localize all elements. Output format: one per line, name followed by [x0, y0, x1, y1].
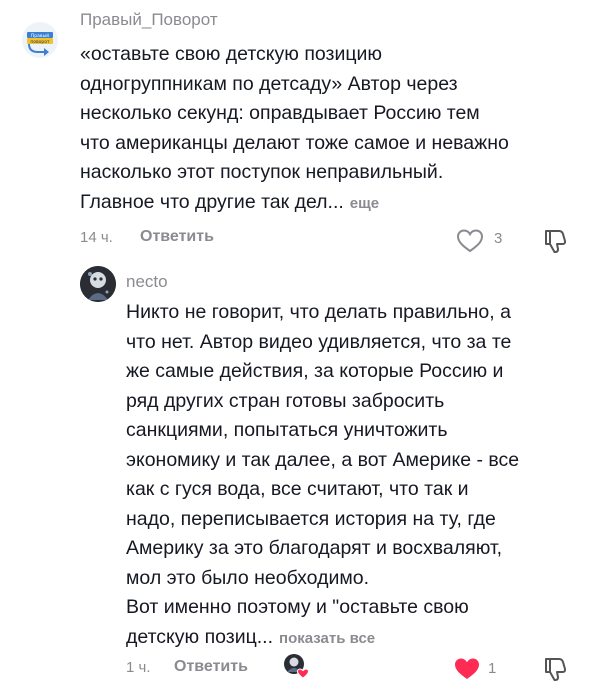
reply-button[interactable]: Ответить: [174, 658, 248, 676]
thumb-down-icon[interactable]: [540, 655, 568, 683]
comment-line: санкциями, попытаться уничтожить: [126, 419, 448, 441]
comment-text: «оставьте свою детскую позицию одногрупп…: [80, 40, 580, 218]
heart-outline-icon[interactable]: [455, 228, 485, 254]
pravy-povorot-logo-icon: Правый поворот: [22, 22, 58, 58]
comment-time: 14 ч.: [80, 229, 113, 246]
necto-avatar-icon: [80, 266, 116, 302]
logo-text-1: Правый: [31, 32, 49, 39]
logo-text-2: поворот: [30, 40, 50, 45]
creator-liked-avatar-icon: [284, 654, 309, 679]
comment-line: «оставьте свою детскую позицию: [80, 43, 383, 65]
comment-line: несколько секунд: оправдывает Россию тем: [80, 102, 480, 124]
more-link[interactable]: еще: [350, 195, 379, 212]
comment-line: как с гуся вода, все считают, что так и: [126, 478, 469, 500]
comment-username[interactable]: necto: [126, 272, 168, 292]
comment-line: что нет. Автор видео удивляется, что за …: [126, 330, 512, 353]
comment-line: Никто не говорит, что делать правильно, …: [126, 301, 511, 323]
show-all-link[interactable]: показать все: [279, 630, 375, 647]
comment-line-text: детскую позиц...: [126, 625, 274, 648]
comment-line: надо, переписывается история на ту, где: [126, 507, 496, 530]
comment-line: ряд других стран готовы забросить: [126, 389, 445, 412]
comment-line-last: Главное что другие так дел... еще: [80, 188, 580, 219]
comment-line: экономику и так далее, а вот Америке - в…: [126, 448, 520, 471]
comment-line: одногруппникам по детсаду» Автор через: [80, 72, 458, 95]
comment-line: насколько этот поступок неправильный.: [80, 161, 444, 183]
heart-filled-icon[interactable]: [452, 656, 482, 682]
comment-text: Никто не говорит, что делать правильно, …: [126, 298, 581, 653]
like-count: 3: [494, 230, 503, 247]
avatar-necto[interactable]: [80, 266, 116, 302]
thumb-down-icon[interactable]: [540, 227, 568, 255]
comment-line-last: детскую позиц... показать все: [126, 623, 581, 654]
comment-line: же самые действия, за которые Россию и: [126, 360, 504, 382]
comment-line-text: Главное что другие так дел...: [80, 190, 344, 213]
comment-username[interactable]: Правый_Поворот: [80, 10, 218, 30]
comment-line: мол это было необходимо.: [126, 566, 370, 589]
comment-line: Вот именно поэтому и "оставьте свою: [126, 596, 469, 618]
reply-button[interactable]: Ответить: [140, 228, 214, 246]
like-count: 1: [488, 660, 497, 677]
comment-line: что американцы делают тоже самое и неваж…: [80, 131, 509, 154]
comment-line: Америку за это благодарят и восхваляют,: [126, 537, 503, 559]
avatar-pravy-povorot[interactable]: Правый поворот: [22, 22, 58, 58]
comment-time: 1 ч.: [126, 659, 151, 676]
